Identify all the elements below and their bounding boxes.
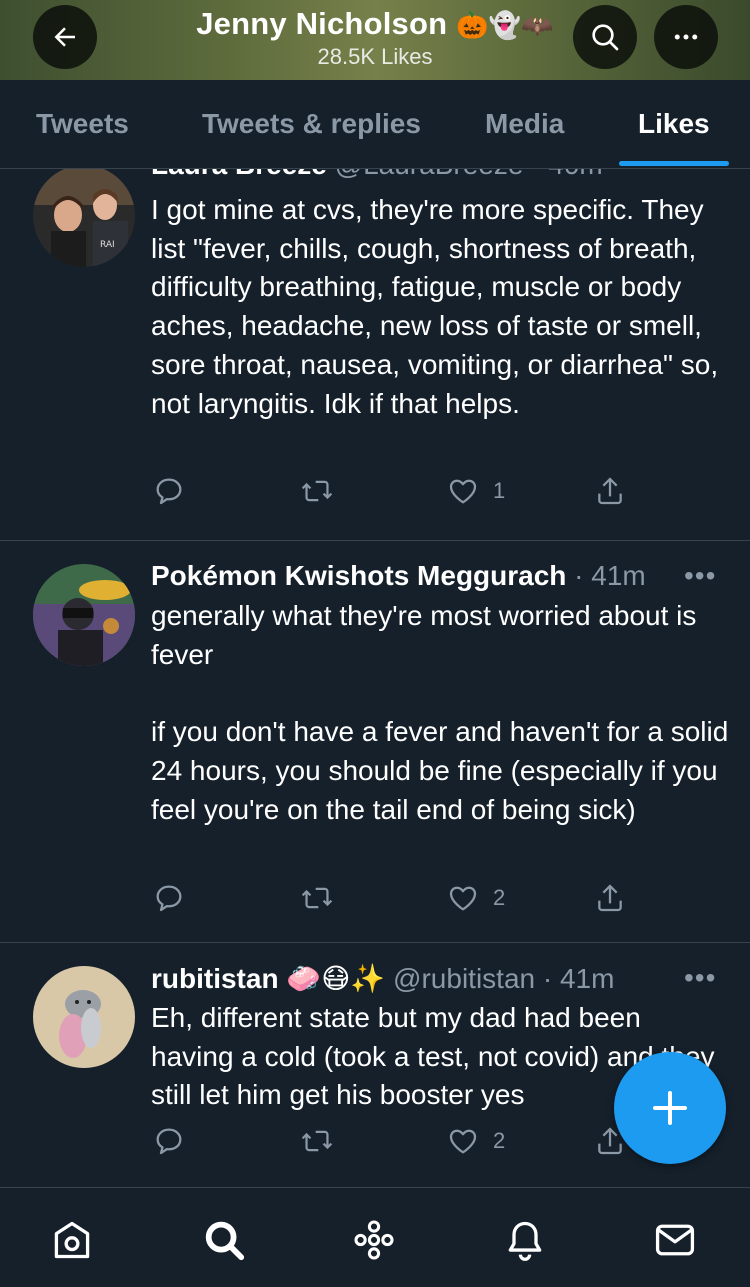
profile-tabs: Tweets Tweets & replies Media Likes (0, 80, 750, 169)
bottom-navigation (0, 1187, 750, 1287)
avatar[interactable] (33, 564, 135, 666)
reply-button[interactable] (153, 1125, 185, 1157)
active-tab-indicator (619, 161, 729, 166)
tweet-header: rubitistan 🧼😷✨ @rubitistan · 41m (151, 962, 614, 995)
profile-name: Jenny Nicholson (196, 6, 448, 41)
search-button[interactable] (573, 5, 637, 69)
reply-icon (156, 478, 182, 505)
tweet-more-button[interactable]: ••• (684, 560, 716, 592)
avatar[interactable]: RAI (33, 169, 135, 267)
like-count: 2 (493, 1128, 506, 1153)
retweet-button[interactable] (300, 1125, 334, 1157)
profile-title: Jenny Nicholson 🎃👻🦇 (120, 6, 630, 42)
back-button[interactable] (33, 5, 97, 69)
retweet-icon (301, 1130, 333, 1152)
author-name[interactable]: rubitistan (151, 963, 279, 994)
heart-icon (449, 886, 477, 911)
tab-likes[interactable]: Likes (638, 108, 710, 140)
profile-header: Jenny Nicholson 🎃👻🦇 28.5K Likes (0, 0, 750, 80)
like-count: 2 (493, 885, 506, 910)
share-icon (598, 884, 622, 912)
spaces-icon (354, 1220, 394, 1260)
tweet-header: Laura Breeze @LauraBreeze · 40m (151, 169, 603, 181)
share-icon (598, 477, 622, 505)
author-meta: @rubitistan · 41m (385, 963, 615, 994)
retweet-button[interactable] (300, 475, 334, 507)
author-name[interactable]: Pokémon Kwishots Meggurach (151, 560, 566, 591)
arrow-left-icon (54, 27, 75, 47)
notifications-icon (508, 1221, 542, 1261)
tab-tweets[interactable]: Tweets (36, 108, 129, 140)
home-icon (54, 1221, 90, 1259)
reply-icon (156, 885, 182, 912)
more-button[interactable] (654, 5, 718, 69)
nav-spaces[interactable] (350, 1216, 398, 1264)
like-button[interactable]: 2 (447, 882, 505, 914)
tweet-more-button[interactable]: ••• (684, 962, 716, 994)
tweet[interactable]: RAI Laura Breeze @LauraBreeze · 40m ••• … (0, 169, 750, 541)
tweet-header: Pokémon Kwishots Meggurach · 41m (151, 560, 646, 592)
tab-tweets-and-replies[interactable]: Tweets & replies (202, 108, 421, 140)
author-name[interactable]: Laura Breeze (151, 169, 327, 180)
reply-button[interactable] (153, 475, 185, 507)
compose-tweet-button[interactable] (614, 1052, 726, 1164)
nav-home[interactable] (48, 1216, 96, 1264)
likes-feed[interactable]: RAI Laura Breeze @LauraBreeze · 40m ••• … (0, 169, 750, 1186)
retweet-button[interactable] (300, 882, 334, 914)
tweet[interactable]: Pokémon Kwishots Meggurach · 41m ••• gen… (0, 540, 750, 943)
nav-notifications[interactable] (501, 1216, 549, 1264)
likes-count: 28.5K Likes (317, 44, 433, 69)
nav-search[interactable] (200, 1216, 248, 1264)
tweet-text: I got mine at cvs, they're more specific… (151, 194, 719, 419)
author-meta: · 41m (566, 560, 646, 591)
profile-name-emojis: 🎃👻🦇 (456, 10, 554, 40)
tweet-more-button[interactable]: ••• (684, 169, 716, 171)
svg-text:RAI: RAI (100, 240, 115, 250)
more-icon (674, 34, 698, 40)
heart-icon (449, 1129, 477, 1154)
avatar[interactable] (33, 966, 135, 1068)
search-icon (205, 1221, 245, 1261)
tab-media[interactable]: Media (485, 108, 564, 140)
retweet-icon (301, 480, 333, 502)
tweet-text: generally what they're most worried abou… (151, 600, 729, 825)
share-button[interactable] (594, 475, 626, 507)
heart-icon (449, 479, 477, 504)
plus-icon (653, 1091, 687, 1125)
messages-icon (655, 1224, 695, 1256)
nav-messages[interactable] (651, 1216, 699, 1264)
like-count: 1 (493, 478, 506, 503)
search-icon (592, 24, 619, 51)
reply-button[interactable] (153, 882, 185, 914)
like-button[interactable]: 1 (447, 475, 505, 507)
reply-icon (156, 1128, 182, 1155)
like-button[interactable]: 2 (447, 1125, 505, 1157)
author-emojis: 🧼😷✨ (286, 963, 386, 994)
retweet-icon (301, 887, 333, 909)
share-button[interactable] (594, 882, 626, 914)
author-meta: @LauraBreeze · 40m (327, 169, 603, 180)
